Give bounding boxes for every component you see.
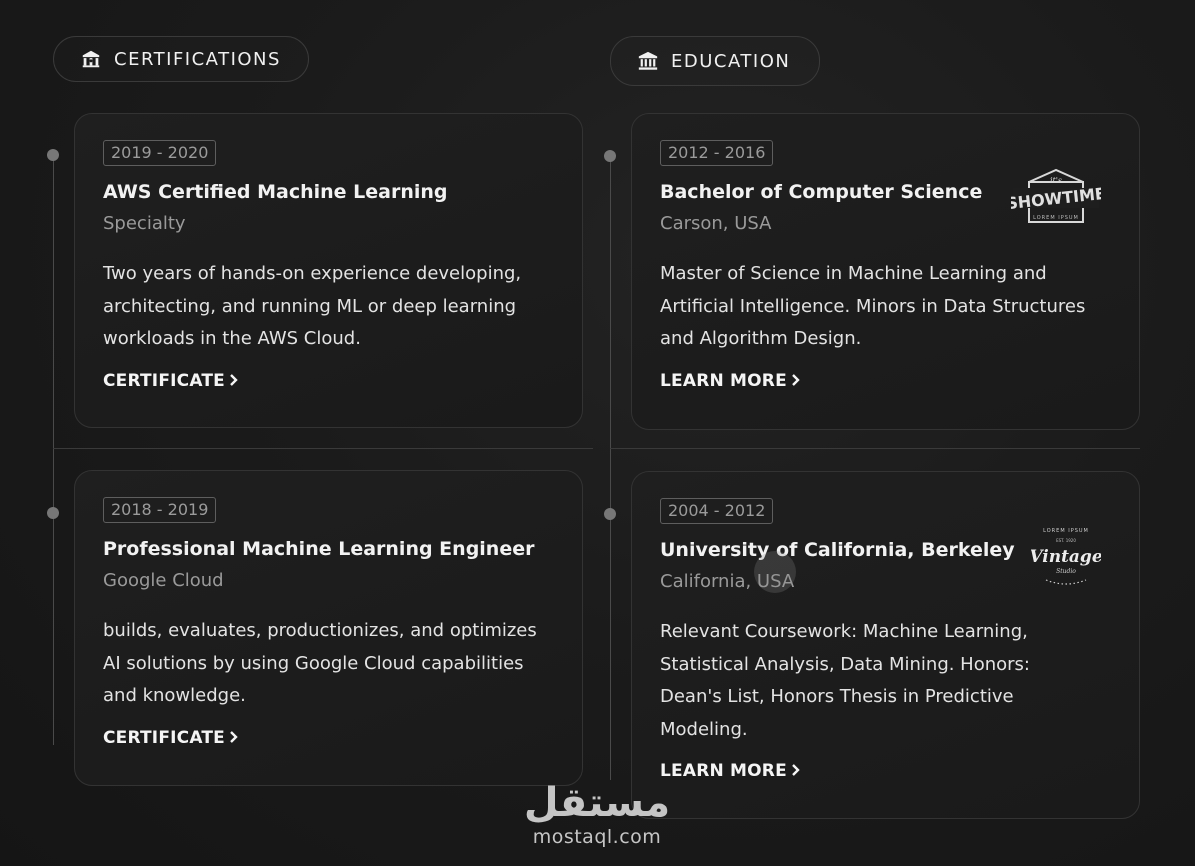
timeline-line xyxy=(53,155,54,745)
certifications-heading-label: CERTIFICATIONS xyxy=(114,48,281,70)
showtime-logo: it's SHOWTIME LOREM IPSUM xyxy=(1011,168,1101,228)
logo-sub-text: Studio xyxy=(1056,568,1076,575)
timeline-dot xyxy=(47,507,59,519)
timeline-dot xyxy=(604,150,616,162)
card-description: Master of Science in Machine Learning an… xyxy=(660,263,1086,349)
institution-icon xyxy=(80,48,102,70)
card-description: Two years of hands-on experience develop… xyxy=(103,263,522,349)
learn-more-link[interactable]: LEARN MORE xyxy=(660,371,1111,391)
timeline-dot xyxy=(604,508,616,520)
card-description: builds, evaluates, productionizes, and o… xyxy=(103,620,537,706)
resume-page: CERTIFICATIONS 2019 - 2020 AWS Certified… xyxy=(0,0,1195,866)
chevron-right-icon xyxy=(791,762,801,780)
chevron-right-icon xyxy=(229,372,239,390)
chevron-right-icon xyxy=(229,729,239,747)
learn-more-link-label: LEARN MORE xyxy=(660,370,787,391)
bank-icon xyxy=(637,50,659,72)
vintage-logo: LOREM IPSUM EST. 1920 Vintage Studio xyxy=(1031,522,1101,594)
certifications-heading: CERTIFICATIONS xyxy=(53,36,309,82)
date-badge: 2012 - 2016 xyxy=(660,140,774,166)
logo-bottom-text: LOREM IPSUM xyxy=(1033,215,1079,221)
date-badge: 2018 - 2019 xyxy=(103,497,217,523)
certificate-link-label: CERTIFICATE xyxy=(103,370,225,391)
section-divider xyxy=(53,448,593,449)
watermark-arabic: مستقل xyxy=(523,780,671,826)
mostaql-watermark: مستقل mostaql.com xyxy=(522,780,672,848)
education-card: it's SHOWTIME LOREM IPSUM 2012 - 2016 Ba… xyxy=(631,113,1140,430)
certification-card: 2019 - 2020 AWS Certified Machine Learni… xyxy=(74,113,583,428)
timeline-line xyxy=(610,155,611,780)
card-title: AWS Certified Machine Learning xyxy=(103,181,448,203)
watermark-latin: mostaql.com xyxy=(532,826,662,848)
certification-card: 2018 - 2019 Professional Machine Learnin… xyxy=(74,470,583,786)
education-heading-label: EDUCATION xyxy=(671,50,791,72)
learn-more-link-label: LEARN MORE xyxy=(660,761,787,781)
logo-top-text: it's xyxy=(1050,176,1062,185)
date-badge: 2004 - 2012 xyxy=(660,498,774,524)
card-title: Professional Machine Learning Engineer xyxy=(103,538,535,560)
education-heading: EDUCATION xyxy=(610,36,820,86)
logo-top-text: LOREM IPSUM xyxy=(1043,528,1089,534)
cursor-highlight xyxy=(754,551,796,593)
chevron-right-icon xyxy=(791,372,801,390)
logo-main-text: Vintage xyxy=(1031,547,1101,567)
certificate-link[interactable]: CERTIFICATE xyxy=(103,728,554,748)
card-subtitle: Google Cloud xyxy=(103,570,224,591)
date-badge: 2019 - 2020 xyxy=(103,140,217,166)
card-description: Relevant Coursework: Machine Learning, S… xyxy=(660,621,1030,740)
logo-est-text: EST. 1920 xyxy=(1056,538,1076,543)
timeline-dot xyxy=(47,149,59,161)
education-card: LOREM IPSUM EST. 1920 Vintage Studio 200… xyxy=(631,471,1140,819)
section-divider xyxy=(610,448,1140,449)
certificate-link[interactable]: CERTIFICATE xyxy=(103,371,554,391)
certificate-link-label: CERTIFICATE xyxy=(103,727,225,748)
card-subtitle: Specialty xyxy=(103,213,186,234)
learn-more-link[interactable]: LEARN MORE xyxy=(660,761,1111,781)
